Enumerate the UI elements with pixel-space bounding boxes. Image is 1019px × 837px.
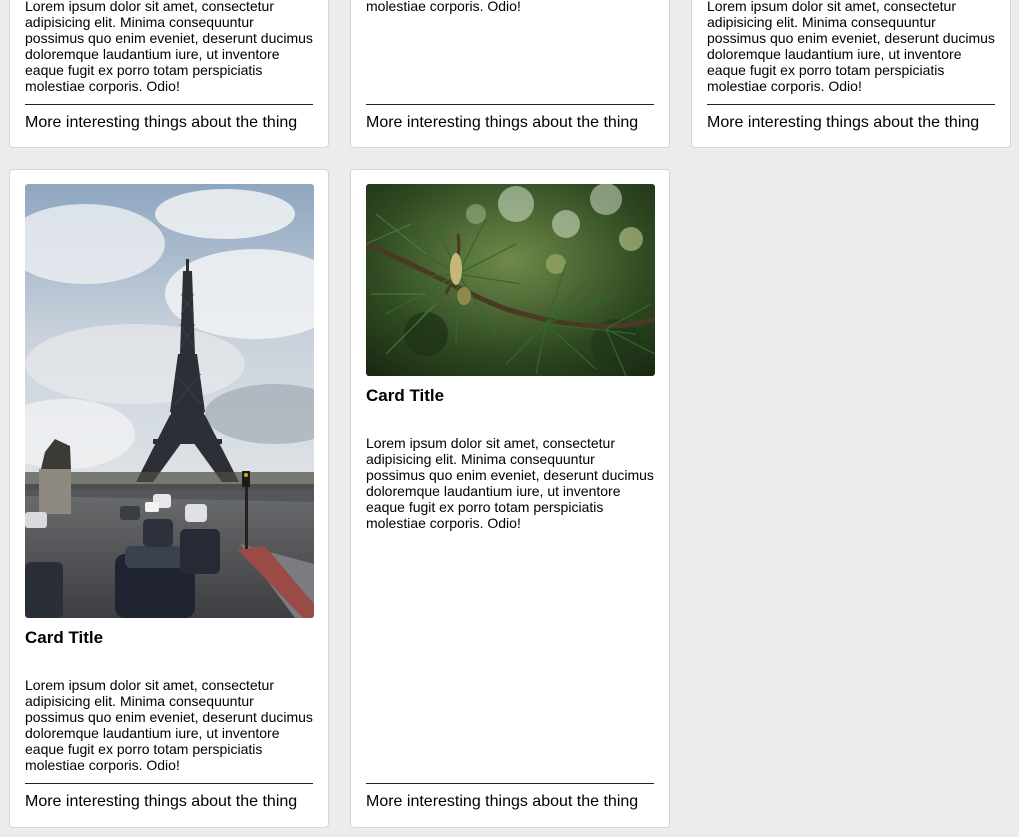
card-footer: More interesting things about the thing: [25, 793, 298, 810]
card-text: Lorem ipsum dolor sit amet, consectetur …: [366, 0, 521, 14]
card-5: Card Title Lorem ipsum dolor sit amet, c…: [350, 169, 670, 828]
card-title: Card Title: [366, 386, 445, 405]
card-divider: [366, 104, 654, 105]
card-divider: [25, 783, 313, 784]
eiffel-tower-photo: [25, 184, 314, 618]
card-divider: [25, 104, 313, 105]
card-footer: More interesting things about the thing: [366, 793, 639, 810]
card-divider: [366, 783, 654, 784]
card-2: Lorem ipsum dolor sit amet, consectetur …: [350, 0, 670, 148]
card-text: Lorem ipsum dolor sit amet, consectetur …: [25, 677, 313, 773]
card-4: Card Title Lorem ipsum dolor sit amet, c…: [9, 169, 329, 828]
card-footer: More interesting things about the thing: [25, 114, 298, 131]
card-divider: [707, 104, 995, 105]
card-title: Card Title: [25, 628, 104, 647]
card-grid: Lorem ipsum dolor sit amet, consectetur …: [0, 0, 1019, 837]
card-footer: More interesting things about the thing: [707, 114, 980, 131]
card-3: Lorem ipsum dolor sit amet, consectetur …: [691, 0, 1011, 148]
card-1: Lorem ipsum dolor sit amet, consectetur …: [9, 0, 329, 148]
card-footer: More interesting things about the thing: [366, 114, 639, 131]
card-text: Lorem ipsum dolor sit amet, consectetur …: [707, 0, 995, 94]
card-text: Lorem ipsum dolor sit amet, consectetur …: [366, 435, 654, 531]
card-text: Lorem ipsum dolor sit amet, consectetur …: [25, 0, 313, 94]
pine-branch-photo: [366, 184, 655, 376]
